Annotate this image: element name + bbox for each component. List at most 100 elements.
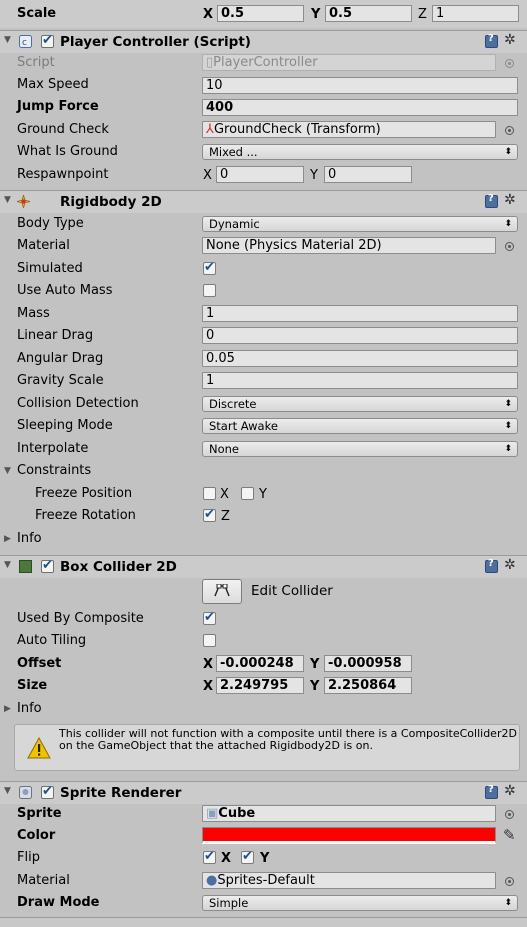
sprite-renderer-title: Sprite Renderer [60, 785, 182, 801]
chevron-updown-icon: ⬍ [504, 444, 512, 454]
help-book-icon[interactable] [485, 558, 498, 573]
eyedropper-icon[interactable]: ✎ [503, 826, 516, 844]
respawn-x-field[interactable]: 0 [216, 166, 304, 183]
rb-material-field[interactable]: None (Physics Material 2D) [202, 237, 496, 254]
auto-mass-checkbox[interactable] [203, 284, 216, 297]
collision-detection-row: Collision Detection Discrete ⬍ [0, 393, 527, 415]
respawnpoint-row: Respawnpoint X 0 Y 0 [0, 164, 527, 186]
scale-y-field[interactable]: 0.5 [325, 5, 412, 22]
auto-tiling-checkbox[interactable] [203, 634, 216, 647]
box-collider-header[interactable]: ▼ Box Collider 2D ✲ [0, 555, 527, 578]
offset-y-field[interactable]: -0.000958 [324, 655, 412, 672]
sprite-field[interactable]: ▣Cube [202, 805, 496, 822]
gear-icon[interactable]: ✲ [504, 32, 516, 48]
flip-y-checkbox[interactable] [241, 849, 254, 864]
freeze-position-y-checkbox[interactable] [241, 487, 254, 500]
edit-collider-label: Edit Collider [251, 583, 333, 599]
freeze-position-row: Freeze Position X Y [0, 483, 527, 505]
rigidbody-header[interactable]: ▼ Rigidbody 2D ✲ [0, 190, 527, 213]
size-y-label[interactable]: Y [310, 678, 319, 695]
collapse-triangle-icon[interactable]: ▼ [4, 35, 11, 45]
scale-y-label[interactable]: Y [311, 6, 320, 23]
mass-field[interactable]: 1 [202, 305, 518, 322]
script-row: Script ▯PlayerController [0, 52, 527, 74]
object-picker-icon[interactable] [505, 126, 514, 135]
edit-collider-button[interactable] [202, 579, 242, 604]
respawn-y-label[interactable]: Y [310, 167, 318, 184]
offset-x-field[interactable]: -0.000248 [216, 655, 304, 672]
object-picker-icon[interactable] [505, 877, 514, 886]
expand-triangle-icon[interactable]: ▼ [4, 466, 11, 476]
object-picker-icon[interactable] [505, 59, 514, 68]
gravity-scale-field[interactable]: 1 [202, 372, 518, 389]
max-speed-field[interactable]: 10 [202, 77, 518, 94]
gear-icon[interactable]: ✲ [504, 783, 516, 799]
angular-drag-field[interactable]: 0.05 [202, 350, 518, 367]
player-controller-header[interactable]: ▼ c Player Controller (Script) ✲ [0, 30, 527, 53]
freeze-rotation-z-checkbox[interactable] [203, 507, 216, 522]
rb-info-row[interactable]: ▶ Info [0, 528, 527, 550]
offset-x-label[interactable]: X [203, 656, 213, 673]
box-collider-enabled-checkbox[interactable] [41, 558, 54, 573]
warning-icon [27, 737, 51, 759]
offset-row: Offset X -0.000248 Y -0.000958 [0, 653, 527, 675]
simulated-checkbox[interactable] [203, 260, 216, 275]
interpolate-dropdown[interactable]: None ⬍ [202, 441, 518, 457]
help-book-icon[interactable] [485, 33, 498, 48]
body-type-row: Body Type Dynamic ⬍ [0, 213, 527, 235]
size-x-label[interactable]: X [203, 678, 213, 695]
player-controller-enabled-checkbox[interactable] [41, 33, 54, 48]
mass-row: Mass 1 [0, 303, 527, 325]
object-picker-icon[interactable] [505, 810, 514, 819]
sprite-renderer-enabled-checkbox[interactable] [41, 784, 54, 799]
offset-y-label[interactable]: Y [310, 656, 319, 673]
collapse-triangle-icon[interactable]: ▼ [4, 195, 11, 205]
ground-check-field[interactable]: ⅄GroundCheck (Transform) [202, 121, 496, 138]
scale-x-label[interactable]: X [203, 6, 213, 23]
used-by-composite-checkbox[interactable] [203, 610, 216, 625]
freeze-rotation-label: Freeze Rotation [35, 508, 136, 523]
body-type-dropdown[interactable]: Dynamic ⬍ [202, 216, 518, 232]
flip-x-label: X [221, 851, 232, 866]
size-x-field[interactable]: 2.249795 [216, 677, 304, 694]
flip-x-checkbox[interactable] [203, 849, 216, 864]
size-y-field[interactable]: 2.250864 [324, 677, 412, 694]
gear-icon[interactable]: ✲ [504, 557, 516, 573]
color-row: Color ✎ [0, 825, 527, 847]
jump-force-field[interactable]: 400 [202, 99, 518, 116]
sprite-renderer-header[interactable]: ▼ Sprite Renderer ✲ [0, 781, 527, 804]
transform-icon: ⅄ [206, 122, 214, 137]
bc-info-row[interactable]: ▶ Info [0, 698, 527, 720]
collapse-triangle-icon[interactable]: ▼ [4, 786, 11, 796]
scale-z-label[interactable]: Z [418, 6, 427, 23]
scale-label: Scale [17, 6, 57, 21]
freeze-position-label: Freeze Position [35, 486, 133, 501]
collision-detection-dropdown[interactable]: Discrete ⬍ [202, 396, 518, 412]
sr-material-label: Material [17, 873, 70, 888]
draw-mode-dropdown[interactable]: Simple ⬍ [202, 895, 518, 911]
size-row: Size X 2.249795 Y 2.250864 [0, 675, 527, 697]
sprite-row: Sprite ▣Cube [0, 803, 527, 825]
respawn-y-field[interactable]: 0 [324, 166, 412, 183]
expand-triangle-icon[interactable]: ▶ [4, 534, 11, 544]
expand-triangle-icon[interactable]: ▶ [4, 704, 11, 714]
constraints-row[interactable]: ▼ Constraints [0, 460, 527, 482]
sleeping-mode-label: Sleeping Mode [17, 418, 113, 433]
respawn-x-label[interactable]: X [203, 167, 212, 184]
sleeping-mode-dropdown[interactable]: Start Awake ⬍ [202, 418, 518, 434]
help-book-icon[interactable] [485, 193, 498, 208]
sr-material-field[interactable]: ●Sprites-Default [202, 872, 496, 889]
rigidbody-title: Rigidbody 2D [60, 194, 162, 210]
what-is-ground-dropdown[interactable]: Mixed ... ⬍ [202, 144, 518, 160]
freeze-position-x-checkbox[interactable] [203, 487, 216, 500]
scale-x-field[interactable]: 0.5 [217, 5, 304, 22]
interpolate-row: Interpolate None ⬍ [0, 438, 527, 460]
scale-z-field[interactable]: 1 [432, 5, 519, 22]
color-swatch[interactable] [202, 827, 496, 844]
help-book-icon[interactable] [485, 784, 498, 799]
linear-drag-field[interactable]: 0 [202, 327, 518, 344]
gear-icon[interactable]: ✲ [504, 192, 516, 208]
collapse-triangle-icon[interactable]: ▼ [4, 560, 11, 570]
object-picker-icon[interactable] [505, 242, 514, 251]
angular-drag-label: Angular Drag [17, 351, 104, 366]
